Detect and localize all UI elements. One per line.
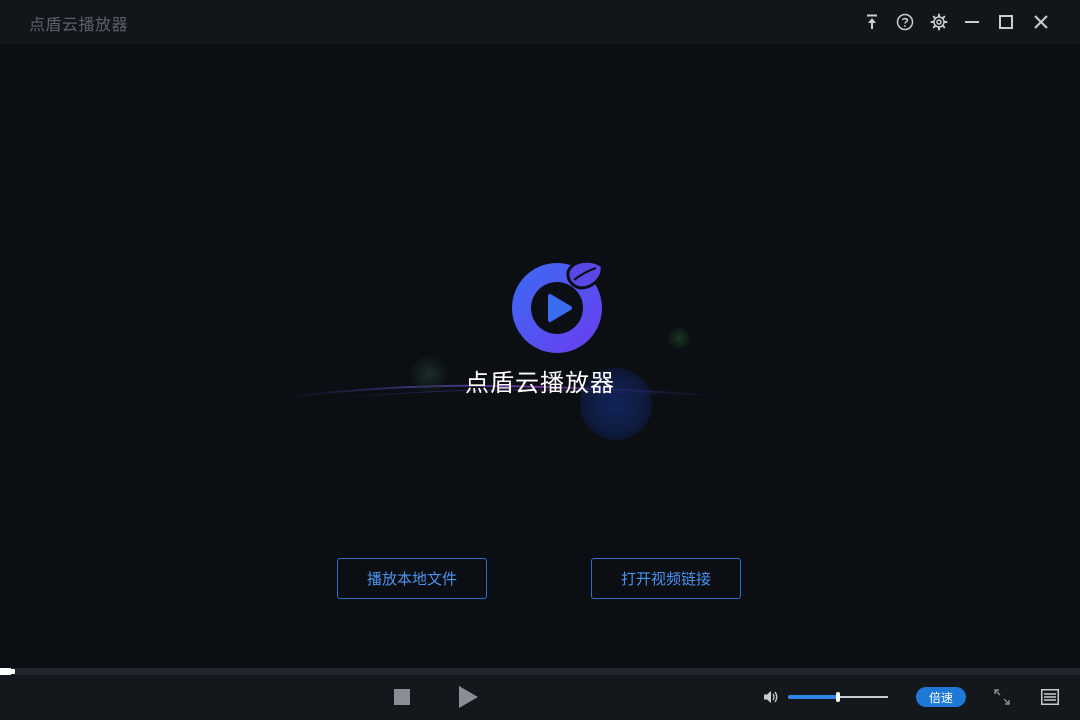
pin-icon[interactable] bbox=[861, 11, 883, 33]
progress-handle[interactable] bbox=[3, 669, 15, 674]
close-icon[interactable] bbox=[1030, 11, 1052, 33]
stop-button[interactable] bbox=[392, 687, 412, 707]
video-stage[interactable] bbox=[0, 44, 1080, 668]
volume-fill bbox=[788, 695, 838, 699]
open-video-link-button[interactable]: 打开视频链接 bbox=[591, 558, 741, 599]
title-bar[interactable]: 点盾云播放器 bbox=[0, 0, 1080, 44]
light-orb bbox=[668, 327, 690, 349]
volume-slider[interactable] bbox=[788, 692, 888, 702]
speed-button[interactable]: 倍速 bbox=[916, 687, 966, 707]
volume-handle[interactable] bbox=[836, 692, 840, 702]
play-icon bbox=[459, 686, 478, 708]
fullscreen-button[interactable] bbox=[992, 687, 1012, 707]
play-button[interactable] bbox=[456, 685, 480, 709]
logo-title: 点盾云播放器 bbox=[465, 369, 615, 397]
app-title: 点盾云播放器 bbox=[29, 15, 129, 34]
play-local-file-button[interactable]: 播放本地文件 bbox=[337, 558, 487, 599]
fullscreen-icon bbox=[994, 689, 1010, 705]
maximize-icon[interactable] bbox=[995, 11, 1017, 33]
app-logo-icon bbox=[512, 259, 604, 353]
playlist-button[interactable] bbox=[1040, 687, 1060, 707]
minimize-icon[interactable] bbox=[961, 11, 983, 33]
settings-icon[interactable] bbox=[928, 11, 950, 33]
player-window: 点盾云播放器 点盾云播放器 播放本地文件 打开视频链接 倍速 bbox=[0, 0, 1080, 720]
help-icon[interactable] bbox=[894, 11, 916, 33]
stop-icon bbox=[394, 689, 410, 705]
playlist-icon bbox=[1041, 689, 1059, 705]
control-bar: 倍速 bbox=[0, 675, 1080, 720]
volume-button[interactable] bbox=[762, 688, 780, 706]
volume-icon bbox=[764, 691, 778, 703]
progress-bar[interactable] bbox=[0, 668, 1080, 675]
